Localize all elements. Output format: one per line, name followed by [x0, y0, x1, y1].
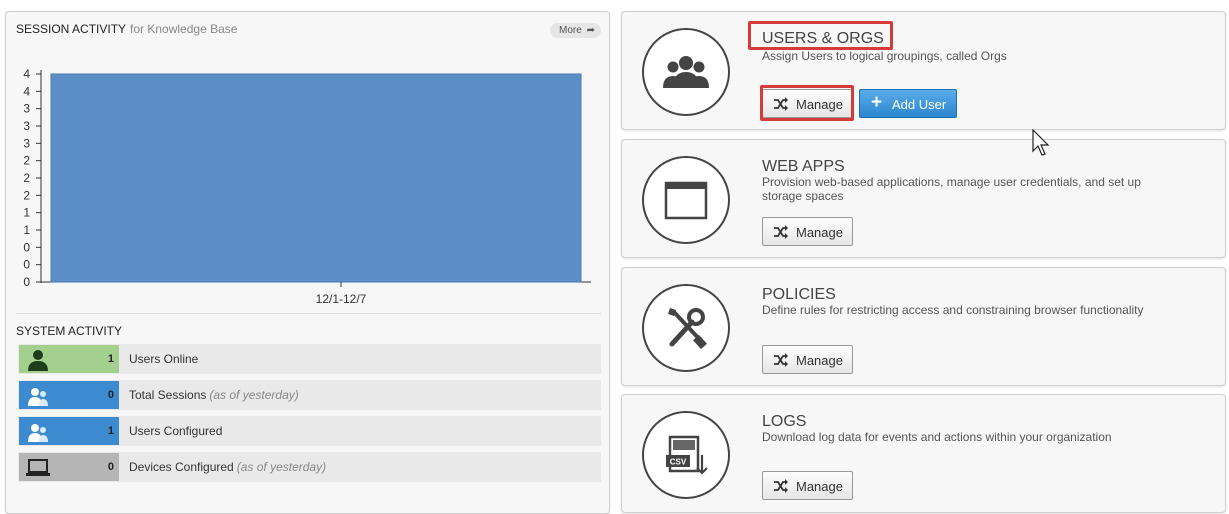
- mouse-cursor-icon: [1032, 129, 1050, 156]
- card-title: WEB APPS: [762, 158, 845, 175]
- stat-box: 0: [19, 381, 119, 409]
- y-tick-label: 2: [23, 154, 30, 168]
- stat-count: 0: [107, 389, 114, 401]
- web-apps-card: WEB APPS Provision web-based application…: [621, 139, 1226, 258]
- stat-label: Users Online: [129, 352, 198, 366]
- stat-label: Total Sessions (as of yesterday): [129, 388, 299, 402]
- y-tick-label: 0: [23, 240, 30, 254]
- logs-card: CSV LOGS Download log data for events an…: [621, 394, 1226, 513]
- shuffle-icon: [774, 479, 788, 493]
- plus-icon: +: [871, 92, 883, 113]
- y-tick-label: 1: [23, 223, 30, 237]
- stat-row-total-sessions: 0 Total Sessions (as of yesterday): [18, 380, 601, 410]
- y-tick-label: 2: [23, 171, 30, 185]
- y-tick-label: 2: [23, 188, 30, 202]
- y-axis: 0 0 0 1 1 2 2 2 3 3 3 4 4: [23, 67, 41, 289]
- shuffle-icon: [774, 353, 788, 367]
- stat-label-text: Total Sessions: [129, 388, 207, 402]
- x-axis: 12/1-12/7: [316, 282, 367, 306]
- stat-row-users-configured: 1 Users Configured: [18, 416, 601, 446]
- add-user-label: Add User: [892, 97, 947, 112]
- policies-card: POLICIES Define rules for restricting ac…: [621, 267, 1226, 386]
- y-tick-label: 4: [23, 67, 30, 81]
- system-activity-title: SYSTEM ACTIVITY: [16, 324, 123, 338]
- stat-label-text: Users Configured: [129, 424, 223, 438]
- card-title: LOGS: [762, 413, 807, 430]
- card-title: POLICIES: [762, 286, 836, 303]
- session-activity-chart: 0 0 0 1 1 2 2 2 3 3 3 4 4 12/1-12/7: [23, 67, 591, 306]
- users-group-icon: [642, 28, 730, 116]
- y-tick-label: 0: [23, 275, 30, 289]
- web-apps-manage-button[interactable]: Manage: [762, 217, 853, 246]
- manage-label: Manage: [796, 225, 843, 240]
- svg-text:CSV: CSV: [670, 458, 687, 467]
- session-activity-panel: SESSION ACTIVITY for Knowledge Base More …: [5, 11, 610, 514]
- section-divider: [16, 313, 601, 314]
- browser-window-icon: [642, 156, 730, 244]
- stat-note: (as of yesterday): [236, 460, 327, 474]
- stat-label-text: Users Online: [129, 352, 199, 366]
- card-description: Download log data for events and actions…: [762, 430, 1112, 444]
- laptop-icon: [26, 459, 50, 476]
- stat-row-users-online: 1 Users Online: [18, 344, 601, 374]
- card-description: Assign Users to logical groupings, calle…: [762, 49, 1007, 63]
- policies-manage-button[interactable]: Manage: [762, 345, 853, 374]
- manage-label: Manage: [796, 479, 843, 494]
- stat-count: 0: [107, 461, 114, 473]
- shuffle-icon: [774, 225, 788, 239]
- y-tick-label: 3: [23, 102, 30, 116]
- x-tick-label: 12/1-12/7: [316, 292, 367, 306]
- stat-box: 0: [19, 453, 119, 481]
- stat-count: 1: [107, 425, 114, 437]
- y-tick-label: 0: [23, 258, 30, 272]
- y-tick-label: 3: [23, 119, 30, 133]
- tools-icon: [642, 284, 730, 372]
- highlight-box: [748, 21, 893, 50]
- stat-box: 1: [19, 417, 119, 445]
- stat-label-text: Devices Configured: [129, 460, 234, 474]
- manage-label: Manage: [796, 353, 843, 368]
- csv-download-icon: CSV: [642, 411, 730, 499]
- user-silhouette-icon: [28, 350, 48, 371]
- users-icon: [28, 388, 48, 406]
- stat-note: (as of yesterday): [209, 388, 299, 402]
- stat-box: 1: [19, 345, 119, 373]
- highlight-box: [760, 85, 854, 121]
- stat-label: Users Configured: [129, 424, 222, 438]
- card-description: Provision web-based applications, manage…: [762, 175, 1141, 203]
- add-user-button[interactable]: + Add User: [859, 89, 957, 118]
- stat-row-devices-configured: 0 Devices Configured (as of yesterday): [18, 452, 601, 482]
- card-description: Define rules for restricting access and …: [762, 303, 1144, 317]
- area-series-mark: [50, 73, 582, 283]
- users-orgs-card: USERS & ORGS Assign Users to logical gro…: [621, 11, 1226, 130]
- stat-label: Devices Configured (as of yesterday): [129, 460, 326, 474]
- stat-count: 1: [107, 353, 114, 365]
- y-tick-label: 1: [23, 206, 30, 220]
- users-icon: [28, 424, 48, 442]
- logs-manage-button[interactable]: Manage: [762, 471, 853, 500]
- y-tick-label: 4: [23, 84, 30, 98]
- y-tick-label: 3: [23, 136, 30, 150]
